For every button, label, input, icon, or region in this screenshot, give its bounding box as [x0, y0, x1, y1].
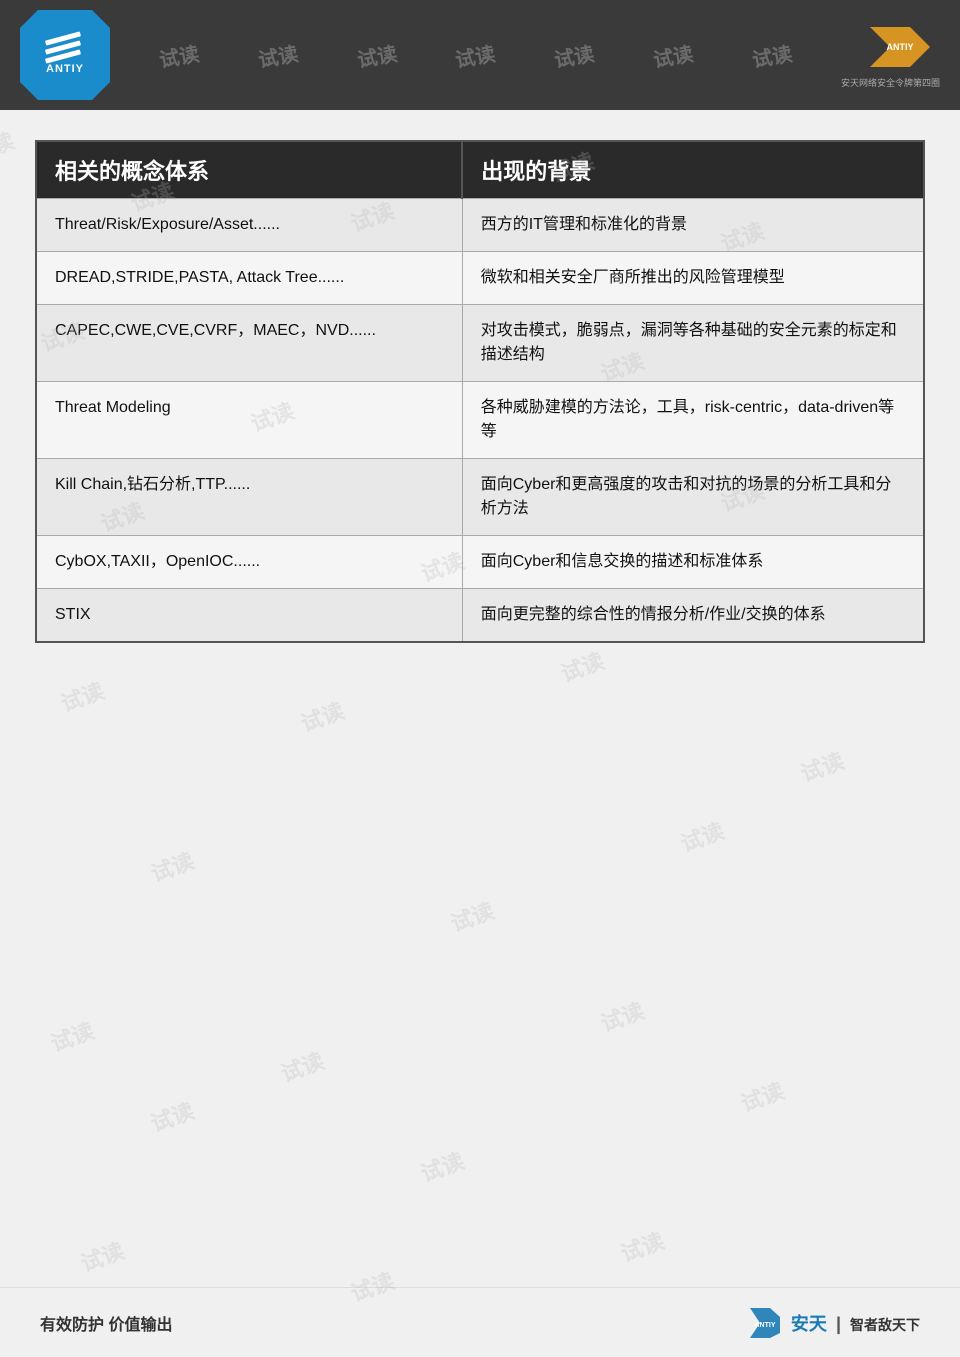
table-row: Threat/Risk/Exposure/Asset......西方的IT管理和… — [36, 199, 924, 252]
header-wm-7: 试读 — [749, 37, 793, 73]
table-row: CAPEC,CWE,CVE,CVRF，MAEC，NVD......对攻击模式，脆… — [36, 305, 924, 382]
svg-text:ANTIY: ANTIY — [887, 42, 914, 52]
footer-brand-sub-text: 智者敌天下 — [850, 1317, 920, 1333]
header-brand-icon: ANTIY — [860, 22, 940, 72]
watermark: 试读 — [446, 893, 498, 938]
logo: ANTIY — [20, 10, 110, 100]
table-cell-col1: STIX — [36, 589, 462, 643]
table-row: DREAD,STRIDE,PASTA, Attack Tree......微软和… — [36, 252, 924, 305]
header-right: ANTIY 安天网络安全令牌第四圈 — [841, 22, 940, 89]
footer-logo-icon: ANTIY — [745, 1305, 785, 1340]
header-wm-2: 试读 — [256, 37, 300, 73]
table-row: Threat Modeling各种威胁建模的方法论，工具，risk-centri… — [36, 382, 924, 459]
watermark: 试读 — [736, 1073, 788, 1118]
col1-header: 相关的概念体系 — [36, 141, 462, 199]
table-cell-col2: 面向更完整的综合性的情报分析/作业/交换的体系 — [462, 589, 924, 643]
watermark: 试读 — [56, 673, 108, 718]
watermark: 试读 — [146, 843, 198, 888]
table-cell-col2: 面向Cyber和信息交换的描述和标准体系 — [462, 536, 924, 589]
main-content: 相关的概念体系 出现的背景 Threat/Risk/Exposure/Asset… — [0, 110, 960, 673]
table-cell-col2: 面向Cyber和更高强度的攻击和对抗的场景的分析工具和分析方法 — [462, 459, 924, 536]
watermark: 试读 — [296, 693, 348, 738]
logo-lines — [49, 36, 81, 59]
header-brand-subtitle: 安天网络安全令牌第四圈 — [841, 76, 940, 89]
logo-text: ANTIY — [46, 63, 84, 75]
watermark: 试读 — [146, 1093, 198, 1138]
watermark: 试读 — [416, 1143, 468, 1188]
watermark: 试读 — [676, 813, 728, 858]
table-cell-col2: 对攻击模式，脆弱点，漏洞等各种基础的安全元素的标定和描述结构 — [462, 305, 924, 382]
footer: 有效防护 价值输出 ANTIY 安天 | 智者敌天下 — [0, 1287, 960, 1357]
header-watermarks: 试读 试读 试读 试读 试读 试读 试读 — [110, 41, 841, 70]
footer-left-text: 有效防护 价值输出 — [40, 1311, 172, 1335]
svg-text:ANTIY: ANTIY — [754, 1322, 775, 1329]
header-wm-4: 试读 — [453, 37, 497, 73]
header-wm-1: 试读 — [157, 37, 201, 73]
table-cell-col2: 微软和相关安全厂商所推出的风险管理模型 — [462, 252, 924, 305]
table-cell-col1: Threat/Risk/Exposure/Asset...... — [36, 199, 462, 252]
watermark: 试读 — [596, 993, 648, 1038]
table-row: CybOX,TAXII，OpenIOC......面向Cyber和信息交换的描述… — [36, 536, 924, 589]
table-header-row: 相关的概念体系 出现的背景 — [36, 141, 924, 199]
watermark: 试读 — [76, 1233, 128, 1278]
watermark: 试读 — [616, 1223, 668, 1268]
header: ANTIY 试读 试读 试读 试读 试读 试读 试读 ANTIY 安天网络安全令… — [0, 0, 960, 110]
watermark: 试读 — [46, 1013, 98, 1058]
table-cell-col1: Kill Chain,钻石分析,TTP...... — [36, 459, 462, 536]
footer-brand-main: 安天 | 智者敌天下 — [791, 1310, 920, 1336]
table-cell-col2: 各种威胁建模的方法论，工具，risk-centric，data-driven等等 — [462, 382, 924, 459]
header-wm-3: 试读 — [355, 37, 399, 73]
footer-right: ANTIY 安天 | 智者敌天下 — [745, 1305, 920, 1340]
col2-header: 出现的背景 — [462, 141, 924, 199]
table-cell-col1: DREAD,STRIDE,PASTA, Attack Tree...... — [36, 252, 462, 305]
table-cell-col1: CAPEC,CWE,CVE,CVRF，MAEC，NVD...... — [36, 305, 462, 382]
data-table: 相关的概念体系 出现的背景 Threat/Risk/Exposure/Asset… — [35, 140, 925, 643]
table-cell-col2: 西方的IT管理和标准化的背景 — [462, 199, 924, 252]
watermark: 试读 — [276, 1043, 328, 1088]
table-cell-col1: CybOX,TAXII，OpenIOC...... — [36, 536, 462, 589]
table-row: Kill Chain,钻石分析,TTP......面向Cyber和更高强度的攻击… — [36, 459, 924, 536]
header-wm-5: 试读 — [552, 37, 596, 73]
footer-pipe: | — [836, 1314, 841, 1334]
header-wm-6: 试读 — [651, 37, 695, 73]
table-cell-col1: Threat Modeling — [36, 382, 462, 459]
table-row: STIX面向更完整的综合性的情报分析/作业/交换的体系 — [36, 589, 924, 643]
footer-brand-main-text: 安天 — [791, 1314, 827, 1334]
watermark: 试读 — [796, 743, 848, 788]
